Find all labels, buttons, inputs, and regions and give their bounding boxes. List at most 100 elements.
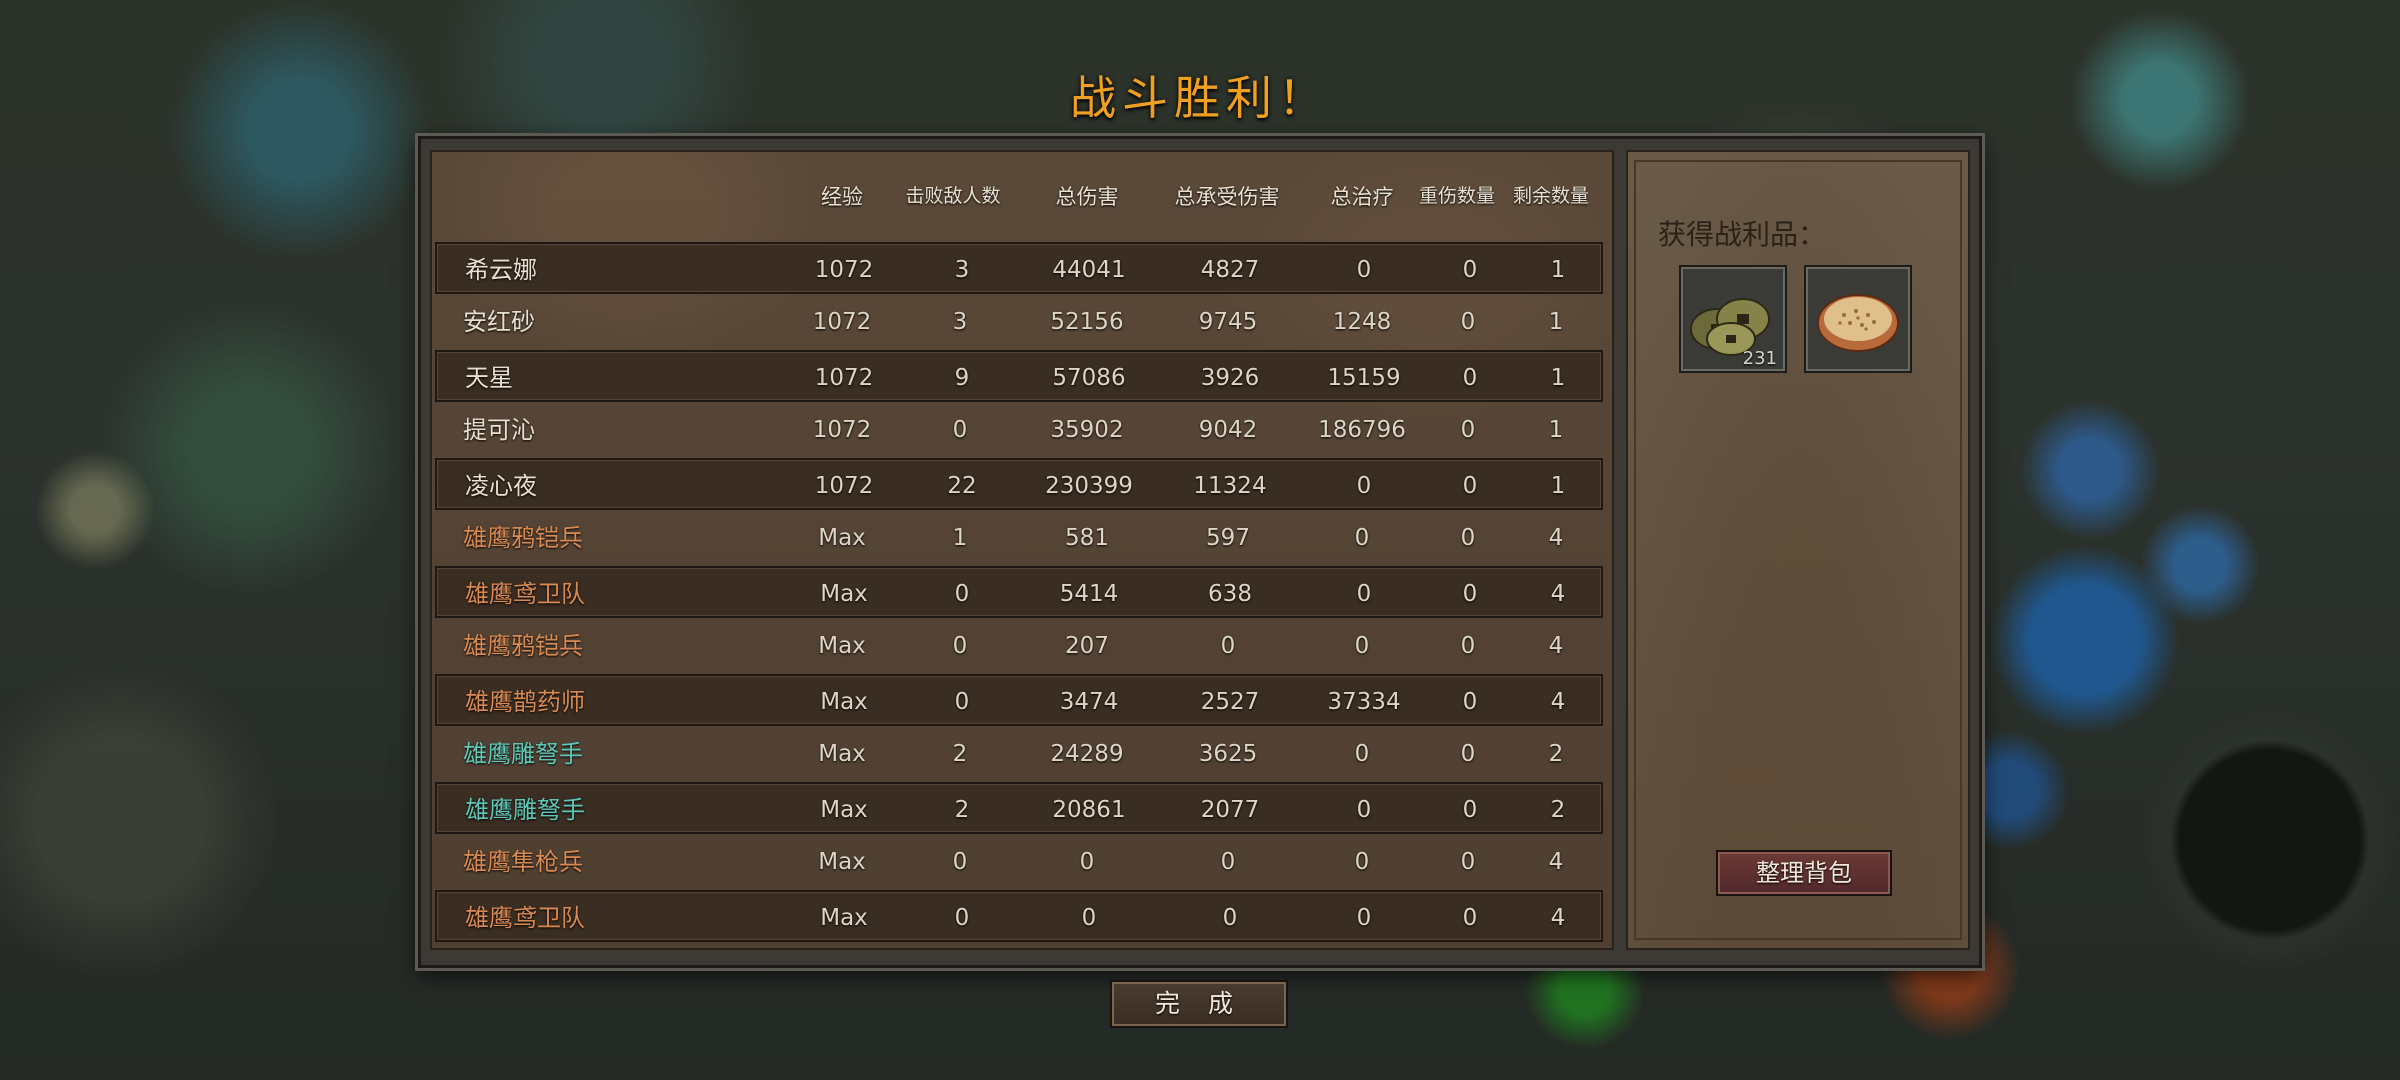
- cell-remaining: 4: [1548, 525, 1564, 551]
- cell-name: 安红砂: [463, 308, 535, 336]
- cell-kills: 2: [954, 797, 970, 823]
- cell-remaining: 4: [1550, 905, 1566, 931]
- cell-exp: Max: [820, 689, 868, 715]
- cell-remaining: 1: [1550, 365, 1566, 391]
- col-header-kills: 击败敌人数: [905, 185, 1001, 207]
- cell-kills: 9: [954, 365, 970, 391]
- cell-remaining: 4: [1550, 689, 1566, 715]
- cell-remaining: 2: [1550, 797, 1566, 823]
- cell-injured: 0: [1460, 309, 1476, 335]
- cell-kills: 0: [954, 905, 970, 931]
- cell-healing: 15159: [1327, 365, 1401, 391]
- cell-damage-taken: 0: [1222, 905, 1238, 931]
- cell-damage-taken: 2527: [1200, 689, 1260, 715]
- cell-injured: 0: [1460, 849, 1476, 875]
- cell-damage: 57086: [1052, 365, 1126, 391]
- loot-slot-bread[interactable]: [1804, 265, 1912, 373]
- cell-injured: 0: [1462, 365, 1478, 391]
- cell-injured: 0: [1462, 581, 1478, 607]
- cell-healing: 0: [1356, 257, 1372, 283]
- cell-exp: Max: [818, 741, 866, 767]
- cell-injured: 0: [1460, 525, 1476, 551]
- cell-exp: 1072: [814, 257, 874, 283]
- cell-injured: 0: [1462, 905, 1478, 931]
- cell-injured: 0: [1460, 417, 1476, 443]
- cell-remaining: 4: [1550, 581, 1566, 607]
- cell-name: 雄鹰雕弩手: [465, 796, 585, 824]
- cell-damage: 35902: [1050, 417, 1124, 443]
- table-row: 雄鹰雕弩手 Max 2 20861 2077 0 0 2: [435, 782, 1603, 834]
- cell-damage: 24289: [1050, 741, 1124, 767]
- cell-name: 天星: [465, 364, 513, 392]
- cell-damage: 207: [1065, 633, 1109, 659]
- cell-kills: 0: [954, 689, 970, 715]
- cell-damage: 5414: [1059, 581, 1119, 607]
- cell-exp: Max: [820, 581, 868, 607]
- cell-damage: 44041: [1052, 257, 1126, 283]
- cell-name: 雄鹰鸦铠兵: [463, 632, 583, 660]
- cell-kills: 3: [954, 257, 970, 283]
- cell-kills: 1: [952, 525, 968, 551]
- cell-damage-taken: 4827: [1200, 257, 1260, 283]
- table-row: 雄鹰鹊药师 Max 0 3474 2527 37334 0 4: [435, 674, 1603, 726]
- cell-damage-taken: 3625: [1198, 741, 1258, 767]
- sort-inventory-button[interactable]: 整理背包: [1716, 850, 1892, 896]
- cell-remaining: 1: [1548, 309, 1564, 335]
- cell-remaining: 4: [1548, 849, 1564, 875]
- cell-exp: Max: [818, 525, 866, 551]
- cell-damage-taken: 638: [1208, 581, 1252, 607]
- table-row: 雄鹰雕弩手 Max 2 24289 3625 0 0 2: [435, 728, 1603, 780]
- cell-remaining: 2: [1548, 741, 1564, 767]
- loot-count: 231: [1742, 348, 1777, 369]
- cell-exp: Max: [818, 633, 866, 659]
- cell-kills: 0: [952, 849, 968, 875]
- cell-healing: 0: [1354, 849, 1370, 875]
- cell-exp: 1072: [814, 365, 874, 391]
- col-header-exp: 经验: [821, 185, 863, 209]
- cell-name: 雄鹰隼枪兵: [463, 848, 583, 876]
- cell-damage: 230399: [1045, 473, 1133, 499]
- cell-injured: 0: [1462, 797, 1478, 823]
- cell-damage: 20861: [1052, 797, 1126, 823]
- table-row: 雄鹰鸦铠兵 Max 0 207 0 0 0 4: [435, 620, 1603, 672]
- cell-healing: 0: [1354, 525, 1370, 551]
- loot-slot-coins[interactable]: 231: [1679, 265, 1787, 373]
- cell-name: 雄鹰鹊药师: [465, 688, 585, 716]
- table-row: 希云娜 1072 3 44041 4827 0 0 1: [435, 242, 1603, 294]
- done-button[interactable]: 完 成: [1110, 980, 1288, 1028]
- loot-title: 获得战利品：: [1658, 218, 1827, 251]
- cell-kills: 3: [952, 309, 968, 335]
- cell-name: 雄鹰鸢卫队: [465, 580, 585, 608]
- cell-kills: 0: [954, 581, 970, 607]
- col-header-healing: 总治疗: [1330, 185, 1394, 209]
- cell-healing: 0: [1356, 905, 1372, 931]
- cell-remaining: 1: [1550, 473, 1566, 499]
- cell-name: 凌心夜: [465, 472, 537, 500]
- cell-injured: 0: [1460, 741, 1476, 767]
- cell-healing: 0: [1356, 581, 1372, 607]
- victory-title: 战斗胜利！: [1070, 71, 1330, 125]
- cell-damage-taken: 3926: [1200, 365, 1260, 391]
- table-row: 提可沁 1072 0 35902 9042 186796 0 1: [435, 404, 1603, 456]
- table-row: 雄鹰鸦铠兵 Max 1 581 597 0 0 4: [435, 512, 1603, 564]
- cell-damage: 0: [1081, 905, 1097, 931]
- cell-healing: 186796: [1318, 417, 1406, 443]
- cell-name: 雄鹰鸦铠兵: [463, 524, 583, 552]
- cell-healing: 0: [1356, 473, 1372, 499]
- cell-exp: Max: [820, 797, 868, 823]
- cell-injured: 0: [1460, 633, 1476, 659]
- cell-healing: 0: [1354, 633, 1370, 659]
- cell-exp: Max: [818, 849, 866, 875]
- col-header-damage-taken: 总承受伤害: [1174, 185, 1280, 209]
- cell-name: 希云娜: [465, 256, 537, 284]
- col-header-remaining: 剩余数量: [1512, 185, 1589, 207]
- table-row: 雄鹰鸢卫队 Max 0 0 0 0 0 4: [435, 890, 1603, 942]
- cell-healing: 1248: [1332, 309, 1392, 335]
- cell-damage-taken: 0: [1220, 633, 1236, 659]
- table-row: 安红砂 1072 3 52156 9745 1248 0 1: [435, 296, 1603, 348]
- cell-damage-taken: 2077: [1200, 797, 1260, 823]
- cell-damage-taken: 9745: [1198, 309, 1258, 335]
- table-row: 雄鹰鸢卫队 Max 0 5414 638 0 0 4: [435, 566, 1603, 618]
- table-row: 雄鹰隼枪兵 Max 0 0 0 0 0 4: [435, 836, 1603, 888]
- cell-exp: 1072: [814, 473, 874, 499]
